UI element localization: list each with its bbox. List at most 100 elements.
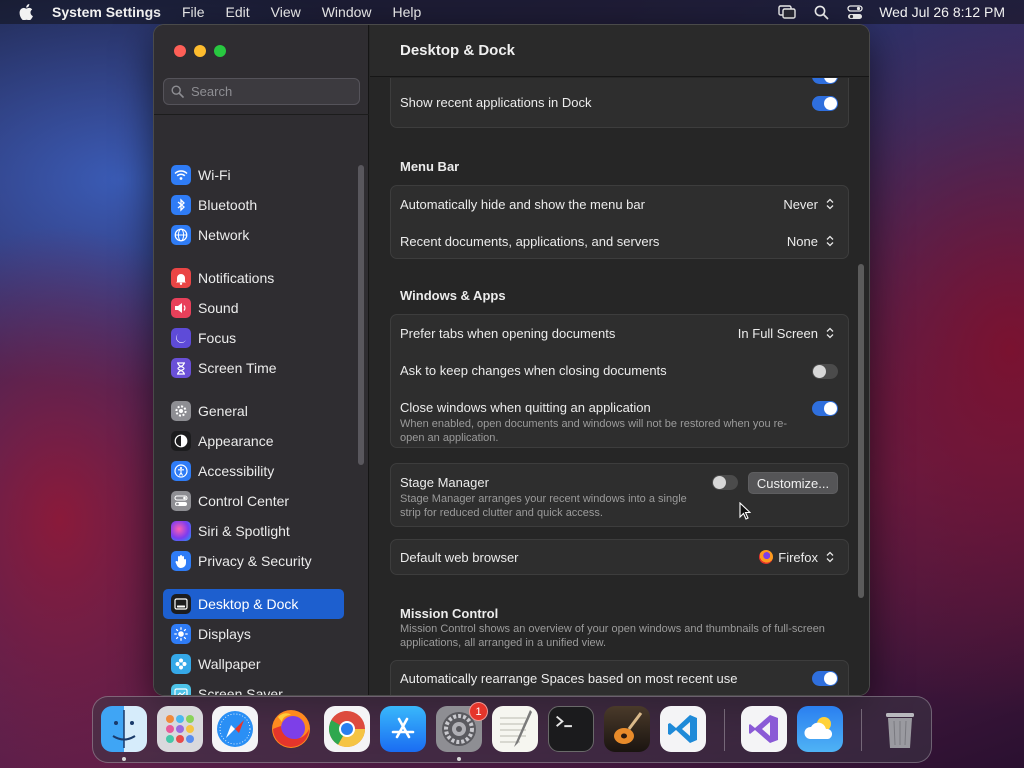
sidebar-item-siri-spotlight[interactable]: Siri & Spotlight <box>163 516 344 546</box>
chevron-updown-icon <box>823 233 836 249</box>
auto-hide-menu-bar-label: Automatically hide and show the menu bar <box>400 197 645 212</box>
hourglass-icon <box>171 358 191 378</box>
sidebar-item-network[interactable]: Network <box>163 220 344 250</box>
sidebar-item-control-center[interactable]: Control Center <box>163 486 344 516</box>
app-store-icon[interactable] <box>380 706 426 752</box>
dock-icon <box>171 594 191 614</box>
menu-view[interactable]: View <box>271 4 301 20</box>
chrome-icon[interactable] <box>324 706 370 752</box>
main-pane: Desktop & Dock Show recent applications … <box>370 25 869 695</box>
trash-icon[interactable] <box>877 706 923 752</box>
menu-bar-group: Automatically hide and show the menu bar… <box>390 185 849 259</box>
sidebar-list: Wi-Fi Bluetooth Network Notifications So… <box>154 115 369 695</box>
terminal-icon[interactable] <box>548 706 594 752</box>
show-recent-apps-toggle[interactable] <box>812 96 838 111</box>
close-window-button[interactable] <box>174 45 186 57</box>
sidebar-item-focus[interactable]: Focus <box>163 323 344 353</box>
firefox-icon[interactable] <box>268 706 314 752</box>
menu-file[interactable]: File <box>182 4 205 20</box>
menu-clock[interactable]: Wed Jul 26 8:12 PM <box>879 4 1005 20</box>
vscode-icon[interactable] <box>660 706 706 752</box>
apple-menu-icon[interactable] <box>0 4 52 20</box>
notification-badge: 1 <box>469 702 488 721</box>
sidebar-item-desktop-dock[interactable]: Desktop & Dock <box>163 589 344 619</box>
prefer-tabs-popup[interactable]: In Full Screen <box>738 325 836 341</box>
sidebar-item-label: Appearance <box>198 433 274 449</box>
sidebar-item-label: Wi-Fi <box>198 167 231 183</box>
menu-window[interactable]: Window <box>322 4 372 20</box>
default-browser-value: Firefox <box>778 549 818 565</box>
auto-hide-menu-bar-popup[interactable]: Never <box>783 196 836 212</box>
stage-manager-label: Stage Manager <box>400 475 489 490</box>
cut-off-toggle[interactable] <box>812 78 838 84</box>
finder-icon[interactable] <box>101 706 147 752</box>
rearrange-spaces-row: Automatically rearrange Spaces based on … <box>391 661 848 695</box>
sidebar-item-sound[interactable]: Sound <box>163 293 344 323</box>
sidebar-item-wifi[interactable]: Wi-Fi <box>163 160 344 190</box>
garageband-icon[interactable] <box>604 706 650 752</box>
accessibility-icon <box>171 461 191 481</box>
main-header: Desktop & Dock <box>370 25 869 77</box>
zoom-window-button[interactable] <box>214 45 226 57</box>
sidebar-item-bluetooth[interactable]: Bluetooth <box>163 190 344 220</box>
stage-manager-toggle[interactable] <box>712 475 738 490</box>
sidebar-item-label: Privacy & Security <box>198 553 312 569</box>
hand-icon <box>171 551 191 571</box>
launchpad-icon[interactable] <box>157 706 203 752</box>
visual-studio-icon[interactable] <box>741 706 787 752</box>
sidebar-item-appearance[interactable]: Appearance <box>163 426 344 456</box>
mission-control-section-title: Mission Control <box>400 606 499 621</box>
siri-icon <box>171 521 191 541</box>
recent-documents-popup[interactable]: None <box>787 233 836 249</box>
settings-content: Show recent applications in Dock Menu Ba… <box>370 78 869 695</box>
sidebar-item-label: Accessibility <box>198 463 275 479</box>
default-browser-group: Default web browser Firefox <box>390 539 849 575</box>
sidebar-item-screen-time[interactable]: Screen Time <box>163 353 344 383</box>
ask-keep-changes-toggle[interactable] <box>812 364 838 379</box>
sidebar-scrollbar[interactable] <box>358 165 364 465</box>
safari-icon[interactable] <box>212 706 258 752</box>
sidebar-item-accessibility[interactable]: Accessibility <box>163 456 344 486</box>
spotlight-search-icon[interactable] <box>814 5 829 20</box>
recent-documents-label: Recent documents, applications, and serv… <box>400 234 660 249</box>
stage-manager-customize-button[interactable]: Customize... <box>748 472 838 494</box>
menu-help[interactable]: Help <box>393 4 422 20</box>
chevron-updown-icon <box>823 325 836 341</box>
search-icon <box>171 85 184 98</box>
menu-app-name[interactable]: System Settings <box>52 4 161 20</box>
window-controls <box>174 45 234 57</box>
search-placeholder: Search <box>191 84 233 99</box>
appearance-icon <box>171 431 191 451</box>
sidebar: Search Wi-Fi Bluetooth Network Notificat… <box>154 25 369 695</box>
sun-icon <box>171 624 191 644</box>
sidebar-item-displays[interactable]: Displays <box>163 619 344 649</box>
textedit-icon[interactable] <box>492 706 538 752</box>
show-recent-apps-row: Show recent applications in Dock <box>391 91 848 121</box>
close-windows-toggle[interactable] <box>812 401 838 416</box>
menu-edit[interactable]: Edit <box>226 4 250 20</box>
moon-icon <box>171 328 191 348</box>
control-center-toggle-icon[interactable] <box>847 4 863 20</box>
page-title: Desktop & Dock <box>400 42 516 59</box>
sidebar-item-label: Bluetooth <box>198 197 258 213</box>
search-field[interactable]: Search <box>163 78 360 105</box>
windows-apps-section-title: Windows & Apps <box>400 288 506 303</box>
minimize-window-button[interactable] <box>194 45 206 57</box>
weather-icon[interactable] <box>797 706 843 752</box>
sidebar-item-general[interactable]: General <box>163 396 344 426</box>
screen-mirroring-icon[interactable] <box>778 5 796 19</box>
sidebar-item-privacy-security[interactable]: Privacy & Security <box>163 546 344 576</box>
sidebar-item-label: Siri & Spotlight <box>198 523 290 539</box>
sidebar-item-label: Screen Time <box>198 360 277 376</box>
mouse-cursor <box>739 501 752 525</box>
rearrange-spaces-toggle[interactable] <box>812 671 838 686</box>
sidebar-item-wallpaper[interactable]: Wallpaper <box>163 649 344 679</box>
main-scrollbar[interactable] <box>858 264 864 598</box>
default-browser-row: Default web browser Firefox <box>391 540 848 576</box>
sidebar-item-notifications[interactable]: Notifications <box>163 263 344 293</box>
sidebar-item-label: General <box>198 403 248 419</box>
sidebar-item-screen-saver[interactable]: Screen Saver <box>163 679 344 695</box>
show-recent-apps-label: Show recent applications in Dock <box>400 95 592 110</box>
default-browser-popup[interactable]: Firefox <box>759 549 836 565</box>
sidebar-item-label: Wallpaper <box>198 656 261 672</box>
